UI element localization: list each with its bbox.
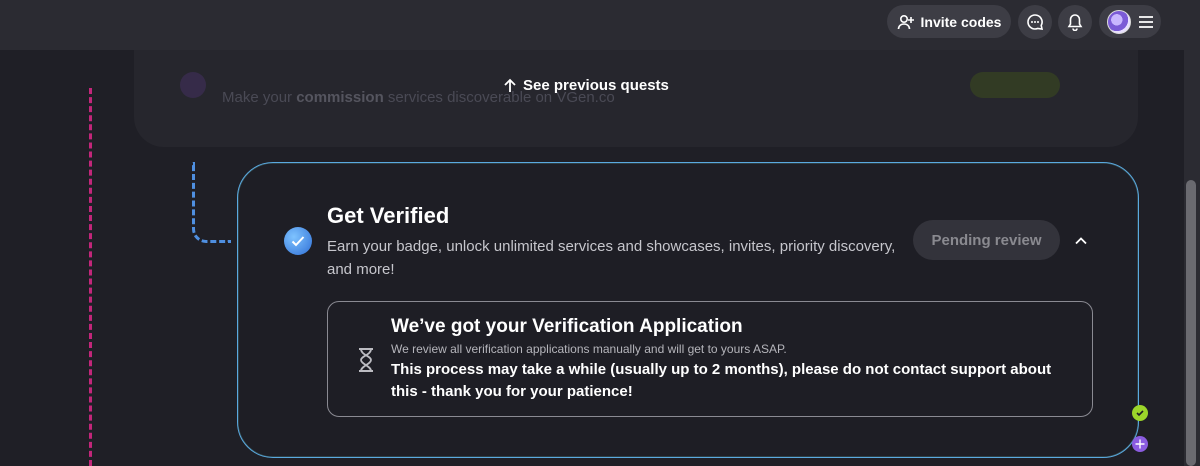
- profile-menu-button[interactable]: [1099, 5, 1161, 38]
- arrow-up-icon: [504, 78, 516, 92]
- verified-check-icon: [284, 227, 312, 255]
- green-quest-icon[interactable]: [1132, 405, 1148, 421]
- status-title: We’ve got your Verification Application: [391, 316, 743, 337]
- sparkle-icon[interactable]: [1132, 436, 1148, 452]
- previous-quest-status-badge: [970, 72, 1060, 98]
- see-previous-quests-label: See previous quests: [523, 77, 669, 94]
- chat-button[interactable]: [1018, 5, 1052, 39]
- quest-description: Earn your badge, unlock unlimited servic…: [327, 238, 896, 278]
- chat-icon: [1027, 14, 1044, 30]
- notifications-button[interactable]: [1058, 5, 1092, 39]
- invite-codes-label: Invite codes: [920, 13, 1002, 30]
- status-subtitle: We review all verification applications …: [391, 342, 787, 356]
- previous-quest-icon: [180, 72, 206, 98]
- status-note: This process may take a while (usually u…: [391, 361, 1052, 400]
- invite-codes-button[interactable]: Invite codes: [887, 5, 1011, 38]
- pending-review-button[interactable]: Pending review: [913, 220, 1060, 260]
- quest-title: Get Verified: [327, 203, 450, 228]
- top-bar: Invite codes: [0, 0, 1184, 50]
- quest-connector-line: [192, 162, 231, 243]
- bell-icon: [1067, 14, 1083, 31]
- previous-desc-bold: commission: [296, 89, 384, 106]
- previous-desc-prefix: Make your: [222, 89, 297, 106]
- hourglass-icon: [359, 348, 373, 372]
- menu-icon: [1139, 15, 1153, 28]
- quest-path-line: [89, 88, 92, 466]
- scrollbar-thumb[interactable]: [1186, 180, 1196, 466]
- chevron-up-icon[interactable]: [1072, 232, 1090, 250]
- see-previous-quests-button[interactable]: See previous quests: [503, 77, 669, 94]
- avatar: [1107, 9, 1131, 34]
- add-user-icon: [897, 14, 914, 29]
